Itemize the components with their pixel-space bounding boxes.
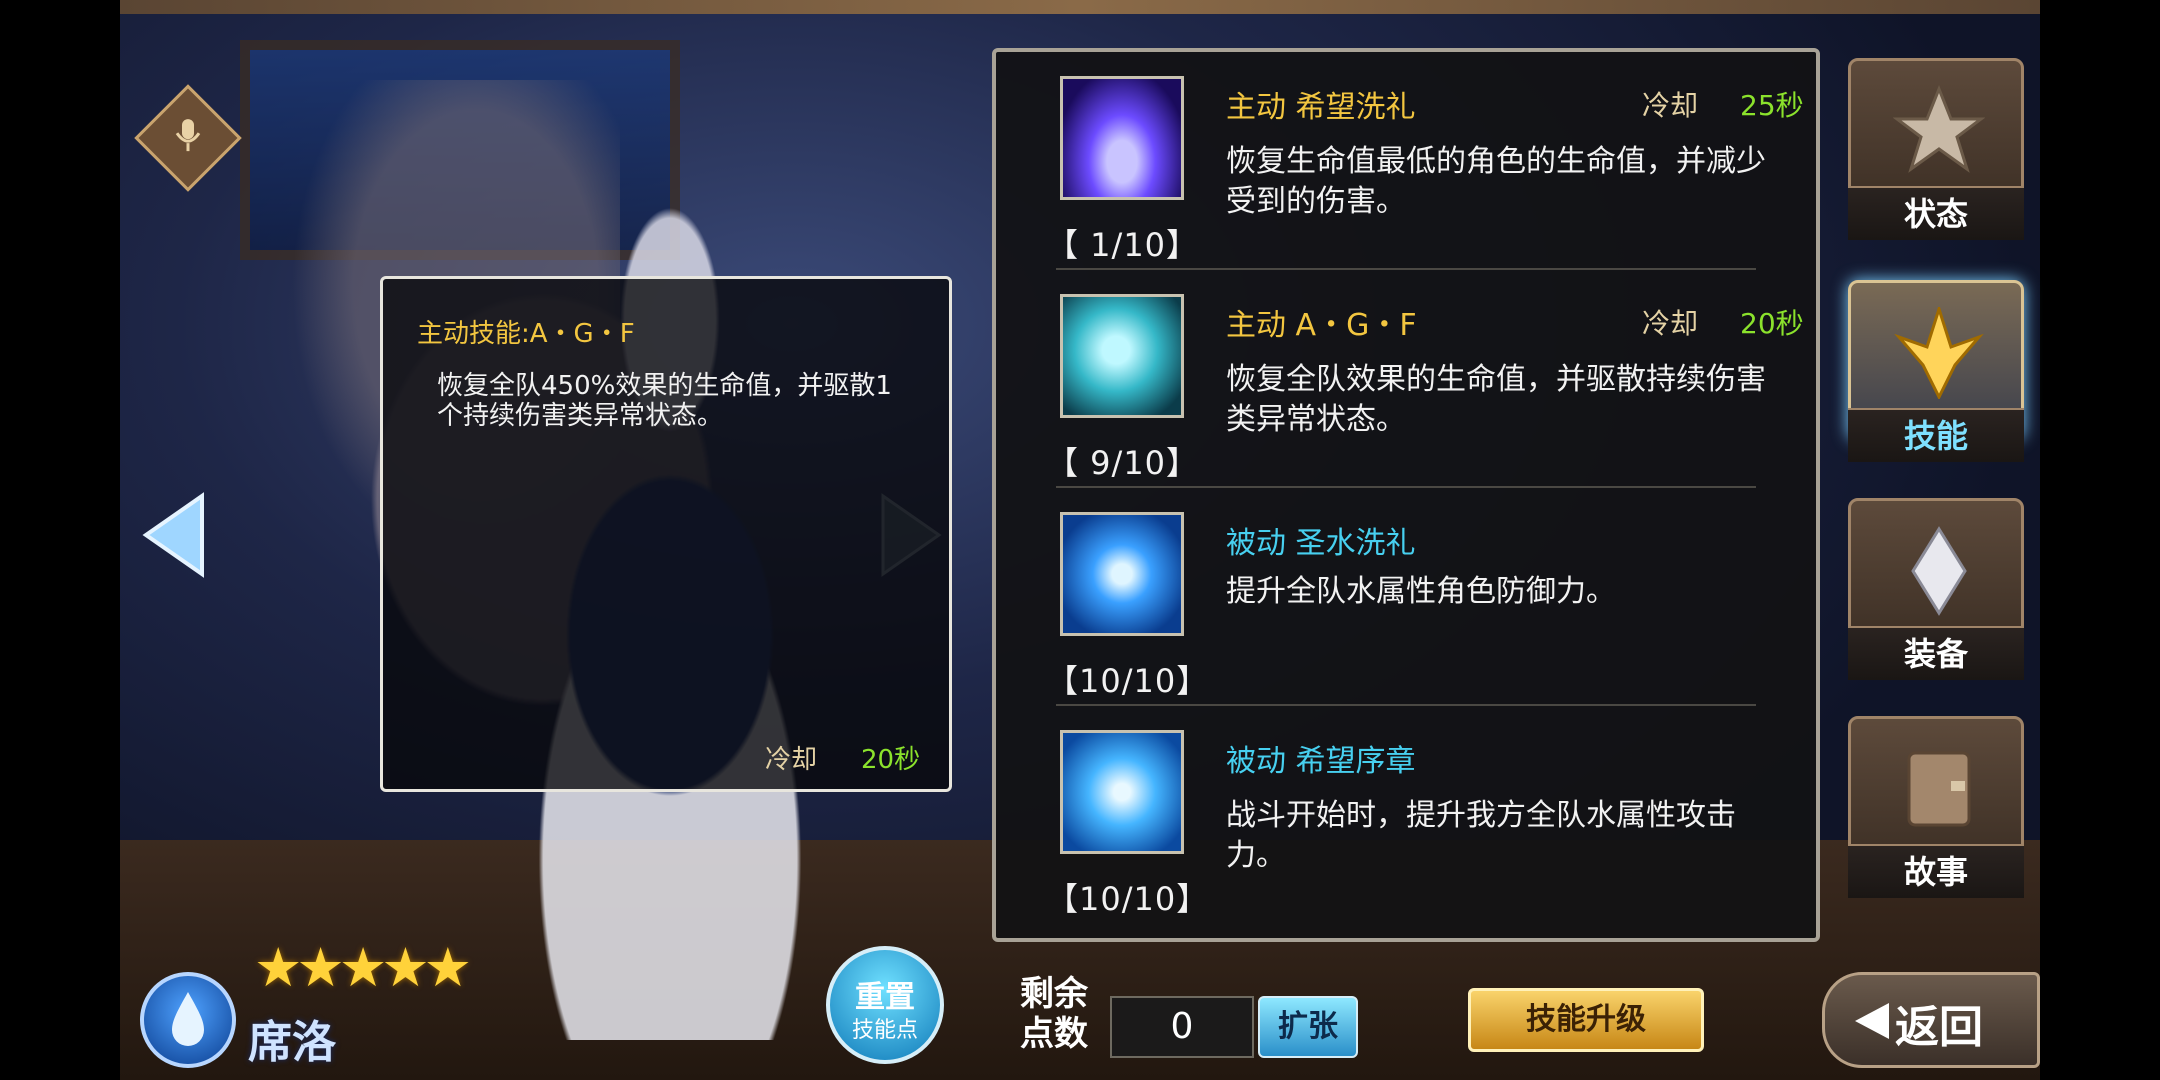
tooltip-cooldown-value: 20秒 (861, 745, 921, 775)
tooltip-description: 恢复全队450%效果的生命值，并驱散1个持续伤害类异常状态。 (437, 371, 892, 431)
remaining-points-label-line1: 剩余 (1020, 974, 1088, 1014)
skill-row[interactable]: 【10/10】 被动 希望序章 战斗开始时，提升我方全队水属性攻击力。 (996, 706, 1816, 924)
tab-status[interactable]: 状态 (1848, 58, 2024, 246)
hope-baptism-icon[interactable] (1060, 76, 1184, 200)
skill-description: 提升全队水属性角色防御力。 (1226, 574, 1616, 609)
skill-row[interactable]: 【10/10】 被动 圣水洗礼 提升全队水属性角色防御力。 (996, 488, 1816, 706)
skill-row[interactable]: 【 1/10】 主动 希望洗礼 冷却 25秒 恢复生命值最低的角色的生命值，并减… (996, 52, 1816, 270)
equipment-crystal-icon (1911, 526, 1967, 616)
skill-name: A・G・F (1295, 308, 1417, 343)
skill-type: 主动 (1226, 308, 1286, 343)
story-book-icon (1907, 751, 1971, 827)
skill-description: 恢复生命值最低的角色的生命值，并减少受到的伤害。 (1226, 144, 1766, 219)
reset-label-line2: 技能点 (851, 1018, 918, 1043)
skill-level: 【 1/10】 (1046, 226, 1200, 264)
skill-cooldown-label: 冷却 (1642, 307, 1699, 340)
expand-button[interactable]: 扩张 (1258, 996, 1358, 1058)
skill-title: 主动 希望洗礼 (1226, 82, 1416, 126)
tab-label: 状态 (1848, 186, 2024, 240)
skill-cooldown-value: 20秒 (1740, 307, 1804, 340)
skill-type: 主动 (1226, 90, 1286, 125)
water-shield-icon[interactable] (1060, 512, 1184, 636)
rarity-stars: ★★★★★ (254, 936, 472, 999)
skill-title: 被动 希望序章 (1226, 736, 1416, 780)
tab-equipment[interactable]: 装备 (1848, 498, 2024, 686)
letterbox-left (0, 0, 120, 1080)
character-name: 席洛 (248, 1017, 336, 1068)
wings-icon[interactable] (1060, 294, 1184, 418)
skills-emblem-icon (1894, 307, 1984, 399)
reset-label-line1: 重置 (855, 980, 915, 1015)
tooltip-cooldown-label: 冷却 (765, 745, 818, 775)
tab-label: 技能 (1848, 408, 2024, 462)
letterbox-right (2040, 0, 2160, 1080)
water-element-icon (140, 972, 236, 1068)
prev-character-arrow-icon[interactable] (140, 490, 210, 580)
skill-type: 被动 (1226, 744, 1286, 779)
skill-cooldown-label: 冷却 (1642, 89, 1699, 122)
skill-title: 被动 圣水洗礼 (1226, 518, 1416, 562)
skill-level: 【10/10】 (1046, 662, 1210, 700)
tooltip-title: 主动技能:A・G・F (417, 319, 635, 349)
remaining-points-label: 剩余 点数 (1020, 974, 1088, 1054)
skill-description: 战斗开始时，提升我方全队水属性攻击力。 (1226, 798, 1736, 873)
water-swirl-icon[interactable] (1060, 730, 1184, 854)
skill-type: 被动 (1226, 526, 1286, 561)
top-ornament-frame (120, 0, 2040, 14)
skill-row[interactable]: 【 9/10】 主动 A・G・F 冷却 20秒 恢复全队效果的生命值，并驱散持续… (996, 270, 1816, 488)
reset-skill-points-button[interactable]: 重置 技能点 (826, 946, 944, 1064)
skill-title: 主动 A・G・F (1226, 300, 1417, 344)
skill-tooltip: 主动技能:A・G・F 恢复全队450%效果的生命值，并驱散1个持续伤害类异常状态… (380, 276, 952, 792)
skill-level: 【10/10】 (1046, 880, 1210, 918)
skill-level: 【 9/10】 (1046, 444, 1200, 482)
back-arrow-icon (1855, 1003, 1889, 1039)
remaining-points-value: 0 (1110, 996, 1254, 1058)
tab-skills[interactable]: 技能 (1848, 280, 2024, 468)
status-emblem-icon (1893, 85, 1985, 173)
back-button[interactable]: 返回 (1822, 972, 2040, 1068)
skill-cooldown-value: 25秒 (1740, 89, 1804, 122)
tab-story[interactable]: 故事 (1848, 716, 2024, 904)
microphone-icon (175, 119, 201, 152)
skill-upgrade-button[interactable]: 技能升级 (1468, 988, 1704, 1052)
back-label: 返回 (1895, 1002, 1983, 1053)
skill-name: 圣水洗礼 (1295, 526, 1416, 561)
skill-list-panel: 【 1/10】 主动 希望洗礼 冷却 25秒 恢复生命值最低的角色的生命值，并减… (992, 48, 1820, 942)
skill-name: 希望序章 (1295, 744, 1416, 779)
remaining-points-label-line2: 点数 (1020, 1014, 1088, 1054)
skill-description: 恢复全队效果的生命值，并驱散持续伤害类异常状态。 (1226, 362, 1766, 437)
tab-label: 故事 (1848, 844, 2024, 898)
skill-name: 希望洗礼 (1295, 90, 1416, 125)
tab-label: 装备 (1848, 626, 2024, 680)
